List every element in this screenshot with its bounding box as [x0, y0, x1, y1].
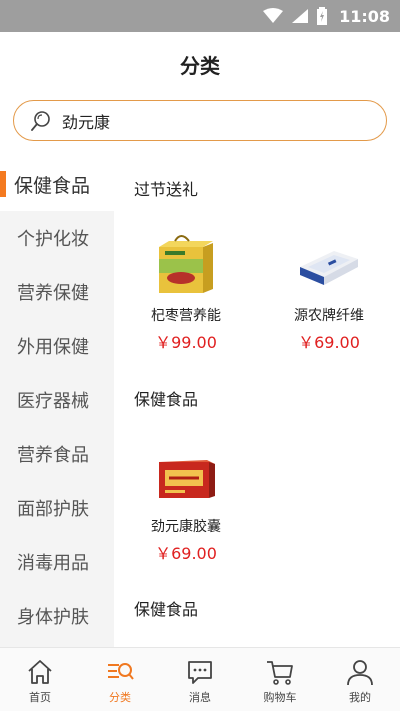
sidebar-item-label: 营养保健: [17, 283, 89, 304]
tab-label: 消息: [189, 690, 211, 704]
tab-label: 首页: [29, 690, 51, 704]
sidebar-item-label: 医疗器械: [17, 391, 89, 412]
sidebar-item-baojian-shipin[interactable]: 保健食品: [0, 157, 114, 211]
sidebar-item-yiliao-qixie[interactable]: 医疗器械: [0, 373, 114, 427]
product-card[interactable]: 杞枣营养能 ￥99.00: [121, 229, 251, 353]
tab-category[interactable]: 分类: [80, 648, 160, 711]
white-box-icon: [294, 229, 364, 299]
sidebar-item-gehu-huazhuang[interactable]: 个护化妆: [0, 211, 114, 265]
status-bar: 11:08: [0, 0, 400, 32]
sidebar-item-label: 营养食品: [17, 445, 89, 466]
message-icon: [188, 660, 212, 684]
sidebar-item-mianbu-hufu[interactable]: 面部护肤: [0, 481, 114, 535]
home-icon: [28, 659, 52, 684]
search-input[interactable]: 劲元康: [13, 100, 387, 141]
sidebar-item-shenti-hufu[interactable]: 身体护肤: [0, 589, 114, 643]
sidebar-item-waiyong-baojian[interactable]: 外用保健: [0, 319, 114, 373]
sidebar-item-label: 保健食品: [14, 174, 91, 197]
sidebar-item-yingyang-shipin[interactable]: 营养食品: [0, 427, 114, 481]
category-sidebar: 保健食品 个护化妆 营养保健 外用保健 医疗器械 营养食品 面部护肤 消毒用品 …: [0, 157, 114, 647]
tab-messages[interactable]: 消息: [160, 648, 240, 711]
wifi-icon: [263, 8, 284, 23]
category-content: 过节送礼 杞枣营养能 ￥99.00 源农牌纤维 ￥69.00 保健食品 劲元康胶…: [114, 157, 400, 647]
search-icon: [31, 110, 50, 131]
sidebar-item-label: 身体护肤: [17, 607, 89, 628]
product-price: ￥99.00: [155, 333, 217, 352]
gift-box-icon: [151, 229, 221, 299]
user-icon: [347, 659, 373, 685]
sidebar-item-label: 外用保健: [17, 337, 89, 358]
tab-home[interactable]: 首页: [0, 648, 80, 711]
product-price: ￥69.00: [298, 333, 360, 352]
page-title: 分类: [180, 53, 220, 78]
product-price: ￥69.00: [155, 544, 217, 563]
bottom-tab-bar: 首页 分类 消息 购物车 我的: [0, 647, 400, 711]
product-name: 源农牌纤维: [294, 308, 364, 324]
sidebar-item-label: 消毒用品: [17, 553, 89, 574]
category-icon: [108, 662, 134, 680]
product-card[interactable]: 劲元康胶囊 ￥69.00: [121, 440, 251, 564]
sidebar-item-xiaodu-yongpin[interactable]: 消毒用品: [0, 535, 114, 589]
sidebar-item-label: 个护化妆: [17, 229, 89, 250]
active-indicator: [0, 171, 6, 197]
cart-icon: [267, 660, 293, 685]
signal-icon: [292, 9, 309, 23]
tab-label: 购物车: [263, 690, 297, 704]
tab-label: 我的: [349, 690, 371, 704]
product-name: 劲元康胶囊: [151, 519, 221, 535]
search-value: 劲元康: [62, 112, 111, 132]
section-title: 保健食品: [134, 390, 199, 409]
tab-cart[interactable]: 购物车: [240, 648, 320, 711]
battery-icon: [317, 7, 328, 25]
red-box-icon: [151, 440, 221, 510]
sidebar-item-label: 面部护肤: [17, 499, 89, 520]
section-title: 保健食品: [134, 600, 199, 619]
product-name: 杞枣营养能: [151, 308, 221, 324]
tab-mine[interactable]: 我的: [320, 648, 400, 711]
page-header: 分类: [0, 32, 400, 96]
tab-label: 分类: [109, 690, 131, 704]
status-time: 11:08: [339, 6, 390, 26]
product-card[interactable]: 源农牌纤维 ￥69.00: [264, 229, 394, 353]
section-title: 过节送礼: [134, 180, 199, 199]
status-icons: 11:08: [263, 6, 390, 26]
sidebar-item-yingyang-baojian[interactable]: 营养保健: [0, 265, 114, 319]
